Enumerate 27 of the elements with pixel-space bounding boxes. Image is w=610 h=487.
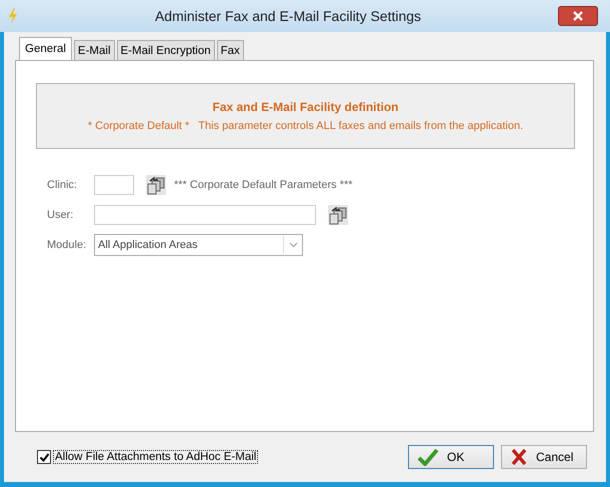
close-button[interactable] [558,6,598,26]
ok-button[interactable]: OK [408,445,494,469]
clinic-field[interactable] [94,175,134,195]
field-label: Clinic: [47,179,78,191]
chevron-down-icon [288,242,298,248]
lookup-icon[interactable] [328,205,348,225]
tab[interactable]: Fax [216,40,244,60]
info-text: * Corporate Default * This parameter controls ALL faxes and emails from the application. [88,120,524,132]
lightning-icon [8,8,18,24]
tab[interactable]: General [19,37,72,60]
checkmark-icon [417,448,439,466]
checkbox-label[interactable]: Allow File Attachments to AdHoc E-Mail [53,450,258,464]
module-dropdown[interactable]: All Application Areas [94,234,303,256]
cross-icon [510,448,528,466]
field-label: Module: [47,239,84,251]
clinic-note: *** Corporate Default Parameters *** [174,179,353,191]
checkmark-icon [38,452,50,462]
lookup-icon[interactable] [146,175,166,195]
tab[interactable]: E-Mail [74,40,115,60]
field-label: User: [47,209,74,221]
cancel-button[interactable]: Cancel [501,445,587,469]
user-field[interactable] [94,205,316,225]
window-title: Administer Fax and E-Mail Facility Settings [154,8,422,24]
tab[interactable]: E-Mail Encryption [116,40,215,60]
info-heading: Fax and E-Mail Facility definition [212,100,399,114]
checkbox[interactable] [37,450,51,464]
close-icon [572,11,584,21]
